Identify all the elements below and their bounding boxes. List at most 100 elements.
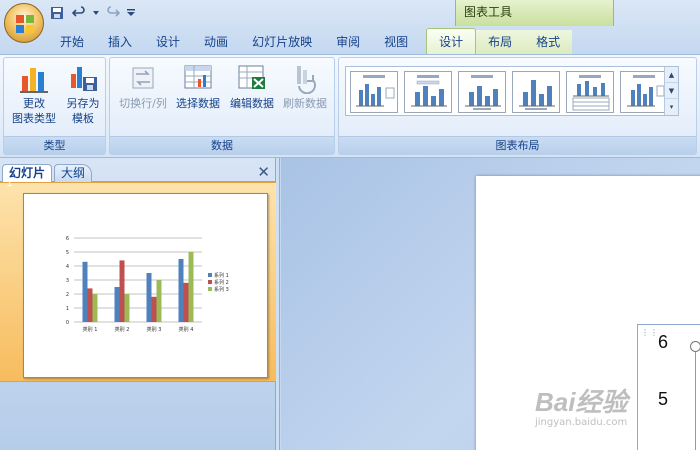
bar [124,294,130,322]
tab-animations[interactable]: 动画 [192,30,240,54]
office-button[interactable] [4,3,44,43]
legend-swatch [208,287,212,291]
bar [146,273,152,322]
refresh-data-label: 刷新数据 [283,97,327,110]
chart-move-handle-icon[interactable]: ⋮⋮ [641,328,659,337]
refresh-data-icon [297,66,316,94]
chart-layout-4[interactable] [512,71,560,113]
x-tick-label: 类别 2 [115,326,130,333]
undo-dropdown-icon[interactable] [92,4,100,22]
pane-splitter[interactable] [276,158,280,450]
edit-data-icon [238,65,265,89]
tab-review[interactable]: 审阅 [324,30,372,54]
gallery-more-icon[interactable]: ▾ [665,99,678,115]
ribbon: 更改 图表类型 另存为 模板 类型 切换行/列 选择数据 编辑数据 刷新数据 数… [0,54,700,158]
bar [151,296,157,322]
y-tick-label: 2 [66,292,69,298]
bar [114,287,120,322]
chart-layout-group: ▲ ▼ ▾ 图表布局 [338,57,697,155]
value-axis-line [695,345,696,450]
y-tick-label: 4 [66,264,69,270]
tab-insert[interactable]: 插入 [96,30,144,54]
y-tick-label: 6 [66,236,69,242]
type-group-label: 类型 [4,136,105,154]
x-tick-label: 类别 3 [147,326,162,333]
tab-chart-format[interactable]: 格式 [524,30,573,54]
x-tick-label: 类别 4 [179,326,194,333]
redo-icon[interactable] [104,4,122,22]
tab-design[interactable]: 设计 [144,30,192,54]
switch-row-column-label: 切换行/列 [119,97,167,110]
bar [178,259,184,322]
baidu-watermark: Bai经验 jingyan.baidu.com [535,372,695,432]
slide-number: 1 [6,176,13,189]
save-template-icon [71,67,97,91]
bar [119,260,125,322]
data-group-label: 数据 [110,136,334,154]
undo-icon[interactable] [70,4,88,22]
tab-chart-layout[interactable]: 布局 [476,30,525,54]
bar [92,294,98,322]
chart-layout-gallery: ▲ ▼ ▾ [345,66,679,116]
chart-layout-6[interactable] [620,71,668,113]
save-as-template-label: 另存为 模板 [66,97,100,125]
refresh-data-button[interactable]: 刷新数据 [278,62,332,111]
tab-view[interactable]: 视图 [372,30,420,54]
type-group: 更改 图表类型 另存为 模板 类型 [3,57,106,155]
save-as-template-button[interactable]: 另存为 模板 [60,62,106,126]
legend-swatch [208,280,212,284]
legend-swatch [208,273,212,277]
change-chart-type-label: 更改 图表类型 [12,97,56,125]
bar [156,280,162,322]
bar [188,252,194,322]
title-strip: 图表工具 开始 插入 设计 动画 幻灯片放映 审阅 视图 设计 布局 格式 [0,0,700,54]
gallery-scrollbar: ▲ ▼ ▾ [664,67,678,115]
chart-tools-header: 图表工具 [455,0,614,26]
ribbon-tabs: 开始 插入 设计 动画 幻灯片放映 审阅 视图 设计 布局 格式 [44,28,573,54]
axis-point-marker [690,341,700,352]
slide-thumbnail[interactable]: 0 1 2 3 4 5 6 类别 1 类别 2 类别 3 类别 4 系列 1 系列 2 系列 3 [23,193,268,378]
bar [82,261,88,322]
chart-layout-2[interactable] [404,71,452,113]
switch-row-column-button[interactable]: 切换行/列 [114,62,172,111]
y-tick-label: 5 [66,250,69,256]
tab-outline[interactable]: 大纲 [54,164,93,182]
chart-layout-group-label: 图表布局 [339,136,696,154]
save-icon[interactable] [48,4,66,22]
legend-entry: 系列 1 [214,272,229,279]
select-data-icon [184,65,212,89]
close-pane-icon[interactable]: ✕ [257,164,270,180]
x-tick-label: 类别 1 [83,326,98,333]
legend-entry: 系列 2 [214,279,229,286]
legend-entry: 系列 3 [214,286,229,293]
select-data-button[interactable]: 选择数据 [172,62,224,111]
y-tick-label: 0 [66,320,69,326]
y-tick-label: 1 [66,306,69,312]
tab-chart-design[interactable]: 设计 [426,28,477,54]
change-chart-type-button[interactable]: 更改 图表类型 [8,62,60,126]
data-group: 切换行/列 选择数据 编辑数据 刷新数据 数据 [109,57,335,155]
chart-type-icon [20,68,48,93]
watermark-logo-text: Bai经验 [535,387,628,417]
gallery-scroll-down-icon[interactable]: ▼ [665,83,678,99]
edit-data-label: 编辑数据 [230,97,274,110]
tab-home[interactable]: 开始 [48,30,96,54]
watermark-url: jingyan.baidu.com [535,417,628,428]
switch-row-column-icon [132,67,154,89]
edit-data-button[interactable]: 编辑数据 [226,62,278,111]
axis-tick-6: 6 [658,332,669,352]
chart-layout-1[interactable] [350,71,398,113]
select-data-label: 选择数据 [176,97,220,110]
thumbnail-chart: 0 1 2 3 4 5 6 类别 1 类别 2 类别 3 类别 4 系列 1系列 2系列 3 [66,236,229,333]
tab-slide-show[interactable]: 幻灯片放映 [240,30,324,54]
office-logo-icon [16,15,34,33]
chart-layout-3[interactable] [458,71,506,113]
bar [87,288,93,322]
bar [183,282,189,322]
y-tick-label: 3 [66,278,69,284]
chart-layout-5[interactable] [566,71,614,113]
quick-access-toolbar [48,3,136,23]
customize-toolbar-icon[interactable] [126,4,136,22]
slide-pane-tabs: 幻灯片 大纲 ✕ [0,162,276,182]
gallery-scroll-up-icon[interactable]: ▲ [665,67,678,83]
